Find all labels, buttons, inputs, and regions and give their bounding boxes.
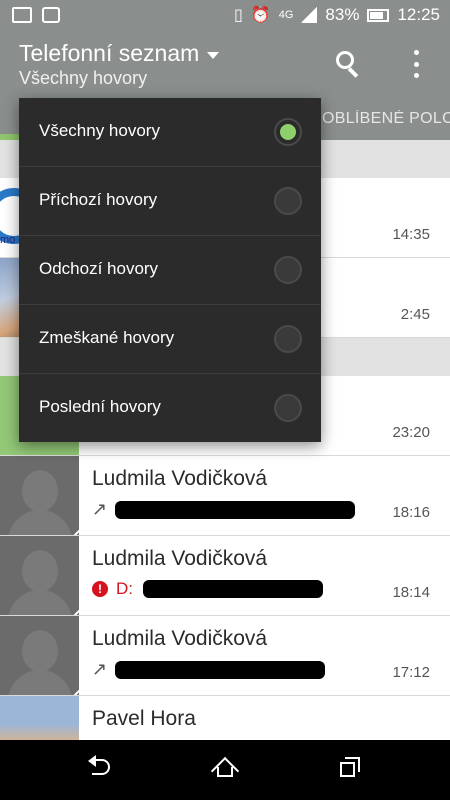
filter-outgoing-calls[interactable]: Odchozí hovory [19, 236, 321, 305]
caret-down-icon [207, 51, 220, 59]
contact-name: Ludmila Vodičková [92, 627, 268, 650]
network-type: 4G [278, 9, 294, 21]
overflow-menu-icon [413, 50, 419, 55]
search-icon [336, 51, 354, 69]
call-time: 18:16 [392, 504, 430, 521]
missed-call-icon: ! [92, 581, 108, 597]
call-detail: ↗ [92, 499, 356, 520]
call-log-row[interactable]: Ludmila Vodičková ! D: 18:14 [0, 536, 450, 616]
redacted-number [115, 500, 356, 519]
call-type-label: D: [116, 579, 133, 598]
recent-apps-button[interactable] [340, 757, 362, 779]
avatar [0, 616, 79, 695]
filter-label: Poslední hovory [39, 397, 161, 416]
filter-label: Všechny hovory [39, 121, 160, 140]
radio-selected-icon[interactable] [274, 118, 302, 146]
filter-label: Příchozí hovory [39, 190, 158, 209]
redacted-number [143, 580, 323, 598]
vibrate-icon: ▯ [234, 7, 243, 24]
filter-missed-calls[interactable]: Zmeškané hovory [19, 305, 321, 374]
call-filter-dropdown: Všechny hovory Příchozí hovory Odchozí h… [19, 98, 321, 442]
call-log-row[interactable]: Ludmila Vodičková ↗ 17:12 [0, 616, 450, 696]
filter-recent-calls[interactable]: Poslední hovory [19, 374, 321, 443]
filter-all-calls[interactable]: Všechny hovory [19, 98, 321, 167]
contact-name: Ludmila Vodičková [92, 547, 268, 570]
filter-label: Zmeškané hovory [39, 328, 175, 347]
call-time: 14:35 [392, 226, 430, 243]
call-time: 2:45 [400, 306, 430, 323]
radio-unselected-icon[interactable] [274, 394, 302, 422]
outgoing-call-icon: ↗ [92, 499, 108, 519]
app-bar: Telefonní seznam Všechny hovory [0, 32, 450, 100]
system-nav-bar [0, 740, 450, 800]
search-button[interactable] [333, 49, 365, 81]
call-detail: ! D: [92, 579, 323, 599]
battery-icon [367, 8, 390, 22]
contact-name: Pavel Hora [92, 707, 196, 730]
tab-favorites[interactable]: OBLÍBENÉ POLOŽKY [322, 110, 450, 128]
message-notification-icon [42, 7, 60, 23]
signal-icon [301, 7, 318, 23]
battery-percent: 83% [325, 5, 360, 24]
contact-name: Ludmila Vodičková [92, 467, 268, 490]
outgoing-call-icon: ↗ [92, 659, 108, 679]
page-title: Telefonní seznam [19, 40, 200, 66]
back-button[interactable] [88, 755, 112, 781]
status-bar: ▯ ⏰ 4G 83% 12:25 [0, 0, 450, 32]
gallery-notification-icon [12, 7, 32, 23]
clock: 12:25 [397, 5, 440, 24]
home-button[interactable] [210, 756, 240, 786]
filter-incoming-calls[interactable]: Příchozí hovory [19, 167, 321, 236]
redacted-number [115, 660, 326, 679]
radio-unselected-icon[interactable] [274, 325, 302, 353]
more-options-button[interactable] [408, 50, 424, 78]
call-time: 23:20 [392, 424, 430, 441]
call-time: 17:12 [392, 664, 430, 681]
alarm-icon: ⏰ [250, 7, 271, 24]
contacts-view-selector[interactable]: Telefonní seznam [19, 40, 220, 67]
call-log-row[interactable]: Ludmila Vodičková ↗ 18:16 [0, 456, 450, 536]
radio-unselected-icon[interactable] [274, 256, 302, 284]
call-time: 18:14 [392, 584, 430, 601]
page-subtitle: Všechny hovory [19, 68, 148, 88]
filter-label: Odchozí hovory [39, 259, 159, 278]
avatar [0, 456, 79, 535]
avatar [0, 536, 79, 615]
call-detail: ↗ [92, 659, 326, 680]
radio-unselected-icon[interactable] [274, 187, 302, 215]
